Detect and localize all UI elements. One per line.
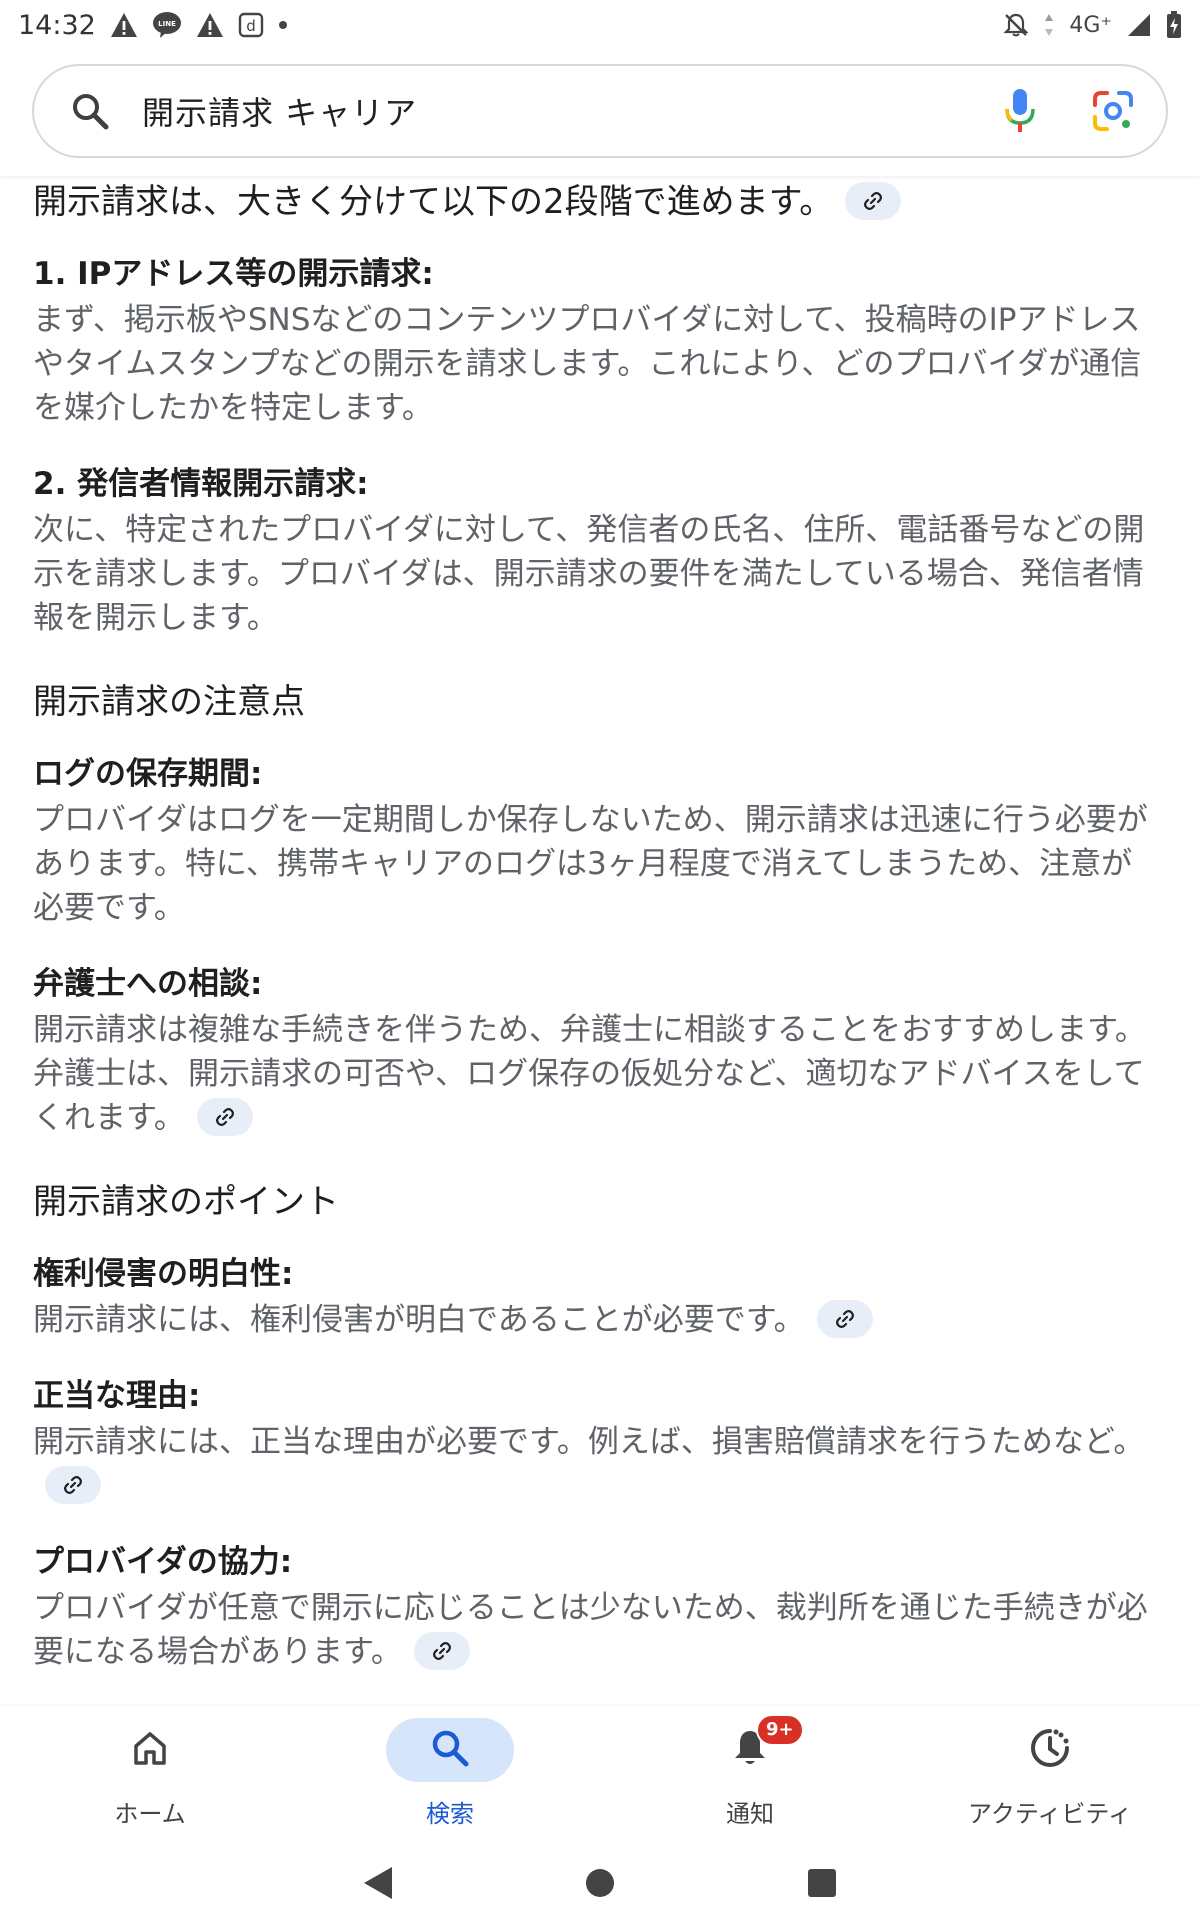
link-icon — [64, 1475, 82, 1494]
status-bar: 14:32 LINE d 4G⁺ — [0, 0, 1200, 50]
point-body: 開示請求には、正当な理由が必要です。例えば、損害賠償請求を行うためなど。 — [33, 1420, 1160, 1508]
nav-icon-container — [986, 1718, 1114, 1782]
recents-icon[interactable] — [800, 1861, 844, 1905]
point-item: 権利侵害の明白性: 開示請求には、権利侵害が明白であることが必要です。 — [33, 1250, 1160, 1342]
section-notes: 開示請求の注意点 ログの保存期間: プロバイダはログを一定期間しか保存しないため… — [33, 676, 1160, 1140]
warning-icon — [196, 12, 224, 38]
point-body-text: プロバイダが任意で開示に応じることは少ないため、裁判所を通じた手続きが必要になる… — [33, 1590, 1148, 1670]
network-type: 4G⁺ — [1069, 12, 1112, 38]
note-body: 開示請求は複雑な手続きを伴うため、弁護士に相談することをおすすめします。弁護士は… — [33, 1008, 1160, 1140]
activity-icon — [1028, 1726, 1072, 1774]
source-link-chip[interactable] — [45, 1465, 101, 1504]
point-title: 権利侵害の明白性: — [33, 1256, 294, 1292]
step-1: 1. IPアドレス等の開示請求: まず、掲示板やSNSなどのコンテンツプロバイダ… — [33, 250, 1160, 430]
search-input[interactable]: 開示請求 キャリア — [142, 88, 998, 134]
note-body: プロバイダはログを一定期間しか保存しないため、開示請求は迅速に行う必要があります… — [33, 802, 1148, 926]
status-time: 14:32 — [18, 9, 96, 41]
ai-overview-content: 開示請求は、大きく分けて以下の2段階で進めます。 1. IPアドレス等の開示請求… — [33, 176, 1160, 1706]
nav-icon-container: 9+ — [686, 1714, 814, 1782]
warning-icon — [110, 12, 138, 38]
d-app-icon: d — [238, 12, 264, 38]
source-link-chip[interactable] — [845, 181, 902, 220]
search-bar[interactable]: 開示請求 キャリア — [32, 64, 1168, 158]
step-body: まず、掲示板やSNSなどのコンテンツプロバイダに対して、投稿時のIPアドレスやタ… — [33, 302, 1142, 426]
note-item: 弁護士への相談: 開示請求は複雑な手続きを伴うため、弁護士に相談することをおすす… — [33, 960, 1160, 1140]
step-title: 1. IPアドレス等の開示請求: — [33, 256, 434, 292]
data-arrows-icon — [1043, 12, 1055, 38]
link-icon — [864, 191, 883, 210]
status-right: 4G⁺ — [1003, 11, 1182, 39]
point-title: 正当な理由: — [33, 1378, 201, 1414]
bottom-nav: ホーム 検索 9+ 通知 アクティビティ — [0, 1706, 1200, 1846]
source-link-chip[interactable] — [196, 1097, 253, 1136]
search-header: 開示請求 キャリア — [0, 50, 1200, 176]
home-icon — [130, 1728, 170, 1772]
section-points: 開示請求のポイント 権利侵害の明白性: 開示請求には、権利侵害が明白であることが… — [33, 1176, 1160, 1674]
source-link-chip[interactable] — [413, 1631, 470, 1670]
point-body: プロバイダが任意で開示に応じることは少ないため、裁判所を通じた手続きが必要になる… — [33, 1586, 1160, 1674]
nav-label: 通知 — [726, 1800, 774, 1828]
line-app-icon: LINE — [152, 11, 182, 39]
back-icon[interactable] — [356, 1861, 400, 1905]
source-link-chip[interactable] — [816, 1299, 873, 1338]
section-heading: 開示請求のポイント — [33, 1182, 339, 1222]
lens-icon[interactable] — [1088, 86, 1138, 136]
point-item: 正当な理由: 開示請求には、正当な理由が必要です。例えば、損害賠償請求を行うため… — [33, 1372, 1160, 1508]
intro-text: 開示請求は、大きく分けて以下の2段階で進めます。 — [33, 176, 1160, 228]
point-body: 開示請求には、権利侵害が明白であることが必要です。 — [33, 1298, 1160, 1342]
nav-activity[interactable]: アクティビティ — [900, 1706, 1200, 1846]
signal-icon — [1126, 12, 1152, 38]
home-circle-icon[interactable] — [578, 1861, 622, 1905]
link-icon — [215, 1107, 234, 1126]
link-icon — [835, 1309, 854, 1328]
nav-label: ホーム — [114, 1800, 186, 1828]
nav-notifications[interactable]: 9+ 通知 — [600, 1706, 900, 1846]
note-title: ログの保存期間: — [33, 756, 263, 792]
search-icon — [429, 1727, 471, 1773]
notification-badge: 9+ — [756, 1714, 804, 1746]
svg-text:d: d — [246, 17, 256, 35]
step-2: 2. 発信者情報開示請求: 次に、特定されたプロバイダに対して、発信者の氏名、住… — [33, 460, 1160, 640]
search-icon[interactable] — [68, 89, 112, 133]
mic-icon[interactable] — [998, 84, 1042, 138]
dot-icon — [278, 20, 288, 30]
step-body: 次に、特定されたプロバイダに対して、発信者の氏名、住所、電話番号などの開示を請求… — [33, 512, 1145, 636]
nav-label: 検索 — [426, 1800, 474, 1828]
point-title: プロバイダの協力: — [33, 1544, 293, 1580]
system-nav — [0, 1846, 1200, 1920]
nav-search[interactable]: 検索 — [300, 1706, 600, 1846]
note-title: 弁護士への相談: — [33, 966, 263, 1002]
step-title: 2. 発信者情報開示請求: — [33, 466, 369, 502]
nav-home[interactable]: ホーム — [0, 1706, 300, 1846]
battery-charging-icon — [1166, 11, 1182, 39]
note-item: ログの保存期間: プロバイダはログを一定期間しか保存しないため、開示請求は迅速に… — [33, 750, 1160, 930]
nav-icon-container — [386, 1718, 514, 1782]
nav-icon-container — [86, 1718, 214, 1782]
nav-label: アクティビティ — [968, 1800, 1132, 1828]
point-item: プロバイダの協力: プロバイダが任意で開示に応じることは少ないため、裁判所を通じ… — [33, 1538, 1160, 1674]
svg-text:LINE: LINE — [158, 20, 176, 28]
link-icon — [432, 1641, 451, 1660]
point-body-text: 開示請求には、正当な理由が必要です。例えば、損害賠償請求を行うためなど。 — [33, 1424, 1145, 1460]
mute-icon — [1003, 12, 1029, 38]
point-body-text: 開示請求には、権利侵害が明白であることが必要です。 — [33, 1302, 805, 1338]
intro-label: 開示請求は、大きく分けて以下の2段階で進めます。 — [33, 182, 834, 222]
section-heading: 開示請求の注意点 — [33, 682, 305, 722]
status-left: 14:32 LINE d — [18, 10, 288, 41]
